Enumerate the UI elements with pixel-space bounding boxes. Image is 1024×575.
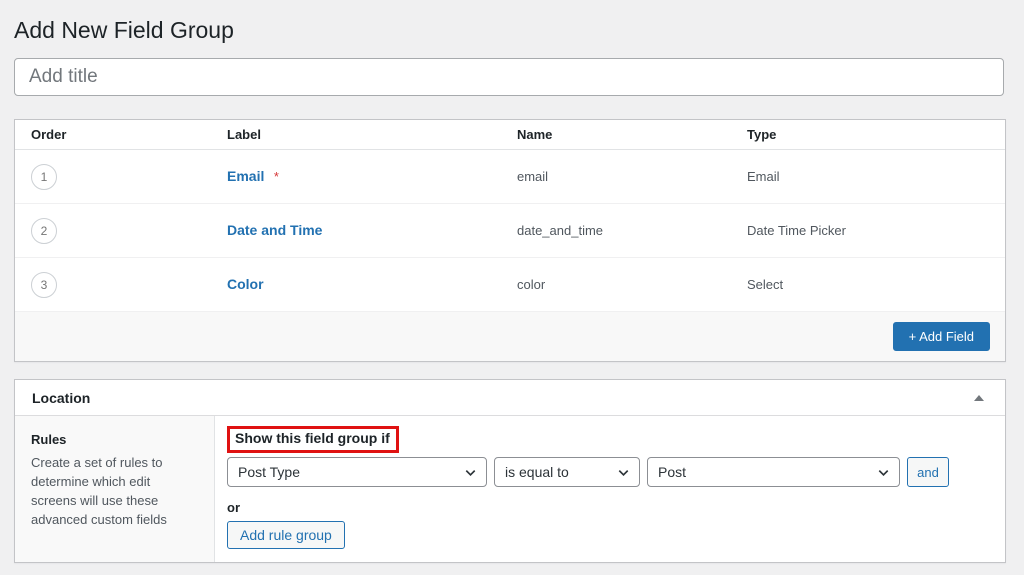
rule-value-value: Post xyxy=(658,464,686,480)
field-label-link[interactable]: Color xyxy=(227,276,264,292)
rule-value-select[interactable]: Post xyxy=(647,457,900,487)
column-header-order: Order xyxy=(31,127,227,142)
annotation-highlight-box: Show this field group if xyxy=(227,426,399,453)
add-field-button[interactable]: + Add Field xyxy=(893,322,990,351)
rules-label-column: Rules Create a set of rules to determine… xyxy=(15,416,215,562)
field-label-link[interactable]: Date and Time xyxy=(227,222,322,238)
rule-param-select[interactable]: Post Type xyxy=(227,457,487,487)
collapse-arrow-icon xyxy=(974,395,984,401)
column-header-label: Label xyxy=(227,127,517,142)
and-rule-button[interactable]: and xyxy=(907,457,949,487)
chevron-down-icon xyxy=(876,465,891,480)
rules-description: Create a set of rules to determine which… xyxy=(31,454,198,529)
required-asterisk: * xyxy=(274,169,279,184)
table-row: 2 Date and Time date_and_time Date Time … xyxy=(15,204,1005,258)
rule-row: Post Type is equal to Post xyxy=(227,457,989,487)
field-type-cell: Select xyxy=(747,277,1005,292)
or-label: or xyxy=(227,500,989,515)
show-if-label: Show this field group if xyxy=(235,430,390,446)
order-drag-handle[interactable]: 2 xyxy=(31,218,57,244)
field-name-cell: color xyxy=(517,277,747,292)
rule-operator-select[interactable]: is equal to xyxy=(494,457,640,487)
location-panel-title: Location xyxy=(32,390,90,406)
field-name-cell: email xyxy=(517,169,747,184)
table-row: 3 Color color Select xyxy=(15,258,1005,312)
column-header-type: Type xyxy=(747,127,1005,142)
field-type-cell: Date Time Picker xyxy=(747,223,1005,238)
chevron-down-icon xyxy=(463,465,478,480)
column-header-name: Name xyxy=(517,127,747,142)
rule-operator-value: is equal to xyxy=(505,464,569,480)
fields-table-header: Order Label Name Type xyxy=(15,120,1005,150)
location-panel: Location Rules Create a set of rules to … xyxy=(14,379,1006,563)
order-drag-handle[interactable]: 1 xyxy=(31,164,57,190)
rules-content-column: Show this field group if Post Type is eq… xyxy=(215,416,1005,562)
rule-param-value: Post Type xyxy=(238,464,300,480)
field-name-cell: date_and_time xyxy=(517,223,747,238)
chevron-down-icon xyxy=(616,465,631,480)
location-panel-header: Location xyxy=(15,380,1005,416)
page-title: Add New Field Group xyxy=(14,0,1010,45)
table-row: 1 Email * email Email xyxy=(15,150,1005,204)
page-wrap: Add New Field Group Order Label Name Typ… xyxy=(0,0,1024,563)
rules-heading: Rules xyxy=(31,432,198,447)
location-panel-body: Rules Create a set of rules to determine… xyxy=(15,416,1005,562)
field-type-cell: Email xyxy=(747,169,1005,184)
field-label-link[interactable]: Email xyxy=(227,168,264,184)
fields-table-footer: + Add Field xyxy=(15,312,1005,361)
title-input[interactable] xyxy=(14,58,1004,96)
add-rule-group-button[interactable]: Add rule group xyxy=(227,521,345,549)
fields-table-panel: Order Label Name Type 1 Email * email Em… xyxy=(14,119,1006,362)
order-drag-handle[interactable]: 3 xyxy=(31,272,57,298)
collapse-panel-button[interactable] xyxy=(970,391,988,405)
